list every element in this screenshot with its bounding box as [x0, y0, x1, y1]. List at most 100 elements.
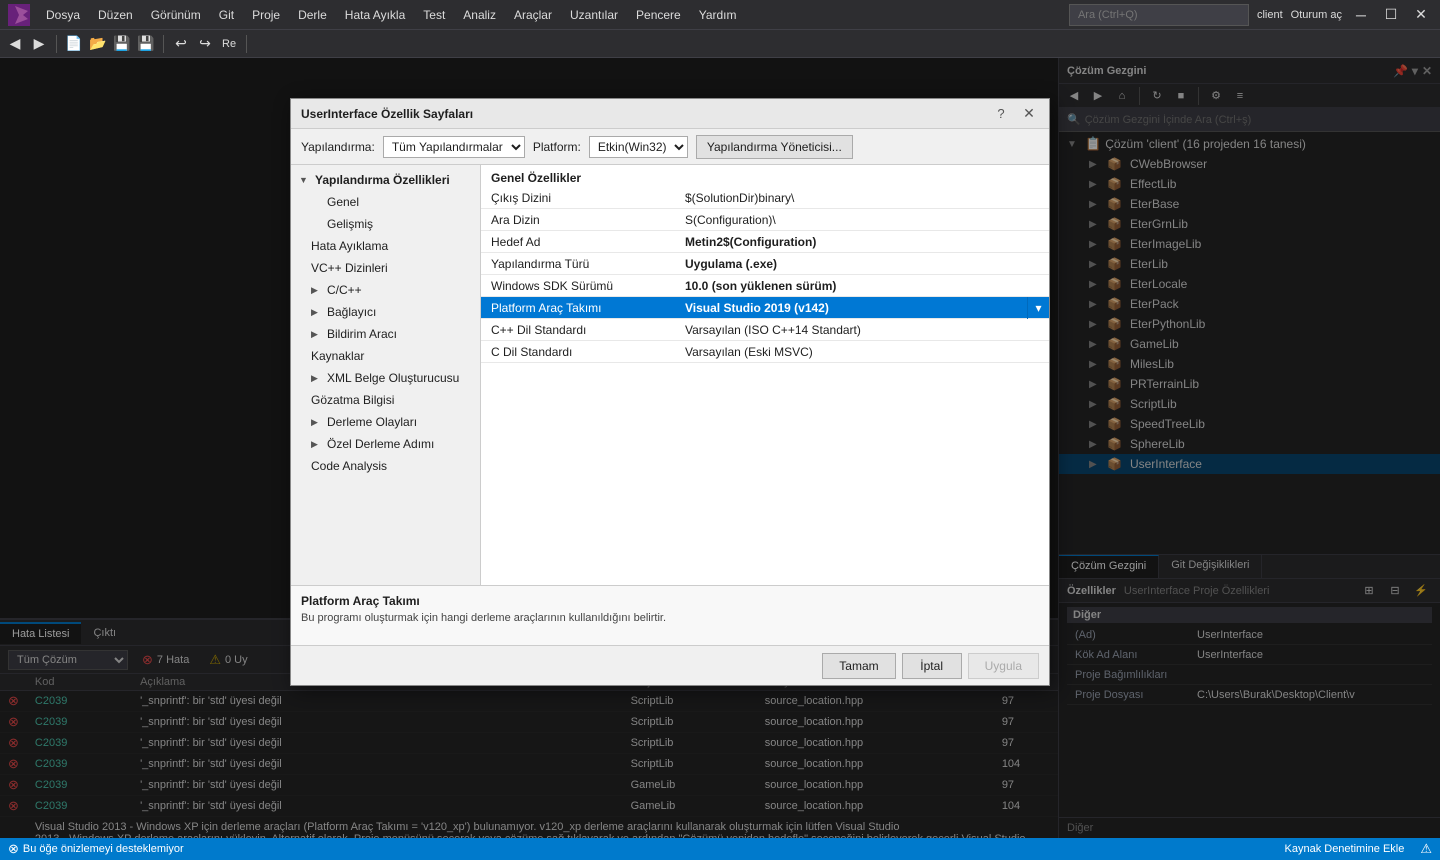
modal-tree-hata-label: Hata Ayıklama [311, 239, 388, 253]
modal-prop-yap-turu[interactable]: Yapılandırma Türü Uygulama (.exe) [481, 253, 1049, 275]
status-warning-icon: ⚠ [1420, 841, 1432, 857]
modal-config-select[interactable]: Tüm Yapılandırmalar [383, 136, 525, 158]
modal-prop-platform-row[interactable]: Platform Araç Takımı Visual Studio 2019 … [481, 297, 1049, 319]
toolbar-forward[interactable]: ▶ [28, 33, 50, 55]
modal-tree-derleme[interactable]: ▶ Derleme Olayları [291, 411, 480, 433]
section-expander: ▼ [299, 175, 311, 185]
modal-titlebar: UserInterface Özellik Sayfaları ? ✕ [291, 99, 1049, 129]
modal-tree-gozatma[interactable]: Gözatma Bilgisi [291, 389, 480, 411]
modal-footer: Tamam İptal Uygula [291, 645, 1049, 685]
modal-tree-xml[interactable]: ▶ XML Belge Oluşturucusu [291, 367, 480, 389]
modal-apply-btn: Uygula [968, 653, 1039, 679]
modal-prop-c-std[interactable]: C Dil Standardı Varsayılan (Eski MSVC) [481, 341, 1049, 363]
menu-derle[interactable]: Derle [290, 4, 335, 26]
modal-tree-vc-label: VC++ Dizinleri [311, 261, 388, 275]
modal-tree-gelismis[interactable]: Gelişmiş [291, 213, 480, 235]
modal-prop-cikis[interactable]: Çıkış Dizini $(SolutionDir)binary\ [481, 187, 1049, 209]
menu-git[interactable]: Git [211, 4, 242, 26]
xml-expander: ▶ [311, 373, 323, 384]
main-toolbar: ◀ ▶ 📄 📂 💾 💾 ↩ ↪ Re [0, 30, 1440, 58]
modal-tree-bildirim-label: Bildirim Aracı [327, 327, 397, 341]
toolbar-redo[interactable]: ↪ [194, 33, 216, 55]
modal-tree-gozatma-label: Gözatma Bilgisi [311, 393, 394, 407]
modal-tree-codeanalysis[interactable]: Code Analysis [291, 455, 480, 477]
modal-prop-c-std-value: Varsayılan (Eski MSVC) [681, 345, 1049, 359]
modal-tree-ozel[interactable]: ▶ Özel Derleme Adımı [291, 433, 480, 455]
menu-hata[interactable]: Hata Ayıkla [337, 4, 413, 26]
modal-platform-label: Platform: [533, 140, 581, 154]
menu-duzen[interactable]: Düzen [90, 4, 141, 26]
modal-ok-btn[interactable]: Tamam [822, 653, 895, 679]
user-login[interactable]: Oturum aç [1291, 9, 1342, 21]
modal-prop-winsdk[interactable]: Windows SDK Sürümü 10.0 (son yüklenen sü… [481, 275, 1049, 297]
modal-prop-cikis-value: $(SolutionDir)binary\ [681, 191, 1049, 205]
modal-tree-genel-label: Genel [327, 195, 359, 209]
modal-prop-platform-value: Visual Studio 2019 (v142) [681, 301, 1027, 315]
toolbar-open[interactable]: 📂 [87, 33, 109, 55]
toolbar-sep3 [246, 35, 247, 53]
modal-prop-yap-value: Uygulama (.exe) [681, 257, 1049, 271]
bildirim-expander: ▶ [311, 329, 323, 340]
menu-dosya[interactable]: Dosya [38, 4, 88, 26]
status-error-msg: Bu öğe önizlemeyi desteklemiyor [23, 843, 184, 855]
client-label: client [1257, 9, 1283, 21]
window-minimize-btn[interactable]: ─ [1350, 4, 1372, 26]
menu-bar: Dosya Düzen Görünüm Git Proje Derle Hata… [0, 0, 1440, 30]
modal-tree-vc[interactable]: VC++ Dizinleri [291, 257, 480, 279]
modal-prop-cpp-std-value: Varsayılan (ISO C++14 Standart) [681, 323, 1049, 337]
status-error-icon: ⊗ [8, 841, 19, 857]
menu-pencere[interactable]: Pencere [628, 4, 689, 26]
modal-desc: Platform Araç Takımı Bu programı oluştur… [291, 585, 1049, 645]
modal-prop-platform-name: Platform Araç Takımı [481, 301, 681, 315]
toolbar-undo[interactable]: ↩ [170, 33, 192, 55]
toolbar-saveall[interactable]: 💾 [135, 33, 157, 55]
modal-tree: ▼ Yapılandırma Özellikleri Genel Gelişmi… [291, 165, 481, 585]
modal-config-bar: Yapılandırma: Tüm Yapılandırmalar Platfo… [291, 129, 1049, 165]
modal-platform-select[interactable]: Etkin(Win32) [589, 136, 688, 158]
property-pages-modal: UserInterface Özellik Sayfaları ? ✕ Yapı… [290, 98, 1050, 686]
menu-yardim[interactable]: Yardım [691, 4, 745, 26]
modal-tree-ozel-label: Özel Derleme Adımı [327, 437, 434, 451]
modal-tree-codeanalysis-label: Code Analysis [311, 459, 387, 473]
modal-tree-baglayici[interactable]: ▶ Bağlayıcı [291, 301, 480, 323]
status-source-control[interactable]: Kaynak Denetimine Ekle [1285, 843, 1405, 855]
derleme-expander: ▶ [311, 417, 323, 428]
modal-prop-platform-dropdown[interactable]: ▾ [1027, 297, 1049, 319]
menu-right: client Oturum aç ─ ☐ ✕ [1069, 4, 1432, 26]
modal-prop-hedef[interactable]: Hedef Ad Metin2$(Configuration) [481, 231, 1049, 253]
global-search-input[interactable] [1069, 4, 1249, 26]
modal-prop-winsdk-name: Windows SDK Sürümü [481, 279, 681, 293]
window-close-btn[interactable]: ✕ [1410, 4, 1432, 26]
menu-araclar[interactable]: Araçlar [506, 4, 560, 26]
modal-tree-cpp[interactable]: ▶ C/C++ [291, 279, 480, 301]
modal-prop-cpp-std[interactable]: C++ Dil Standardı Varsayılan (ISO C++14 … [481, 319, 1049, 341]
modal-prop-yap-name: Yapılandırma Türü [481, 257, 681, 271]
modal-desc-title: Platform Araç Takımı [301, 594, 1039, 608]
window-maximize-btn[interactable]: ☐ [1380, 4, 1402, 26]
toolbar-back[interactable]: ◀ [4, 33, 26, 55]
menu-test[interactable]: Test [415, 4, 453, 26]
modal-body: ▼ Yapılandırma Özellikleri Genel Gelişmi… [291, 165, 1049, 585]
modal-close-btn[interactable]: ✕ [1019, 104, 1039, 124]
ozel-expander: ▶ [311, 439, 323, 450]
toolbar-save[interactable]: 💾 [111, 33, 133, 55]
modal-config-label: Yapılandırma: [301, 140, 375, 154]
toolbar-new[interactable]: 📄 [63, 33, 85, 55]
modal-prop-ara[interactable]: Ara Dizin S(Configuration)\ [481, 209, 1049, 231]
menu-analiz[interactable]: Analiz [455, 4, 504, 26]
menu-proje[interactable]: Proje [244, 4, 288, 26]
modal-help-btn[interactable]: ? [991, 104, 1011, 124]
modal-cancel-btn[interactable]: İptal [902, 653, 962, 679]
modal-prop-hedef-name: Hedef Ad [481, 235, 681, 249]
modal-prop-winsdk-value: 10.0 (son yüklenen sürüm) [681, 279, 1049, 293]
menu-gorunum[interactable]: Görünüm [143, 4, 209, 26]
status-bar: ⊗ Bu öğe önizlemeyi desteklemiyor Kaynak… [0, 838, 1440, 860]
modal-tree-hata[interactable]: Hata Ayıklama [291, 235, 480, 257]
modal-tree-kaynaklar[interactable]: Kaynaklar [291, 345, 480, 367]
modal-manager-btn[interactable]: Yapılandırma Yöneticisi... [696, 135, 853, 159]
toolbar-redo-label: Re [218, 38, 240, 50]
modal-tree-genel[interactable]: Genel [291, 191, 480, 213]
menu-uzantilar[interactable]: Uzantılar [562, 4, 626, 26]
modal-tree-bildirim[interactable]: ▶ Bildirim Aracı [291, 323, 480, 345]
modal-prop-cpp-std-name: C++ Dil Standardı [481, 323, 681, 337]
